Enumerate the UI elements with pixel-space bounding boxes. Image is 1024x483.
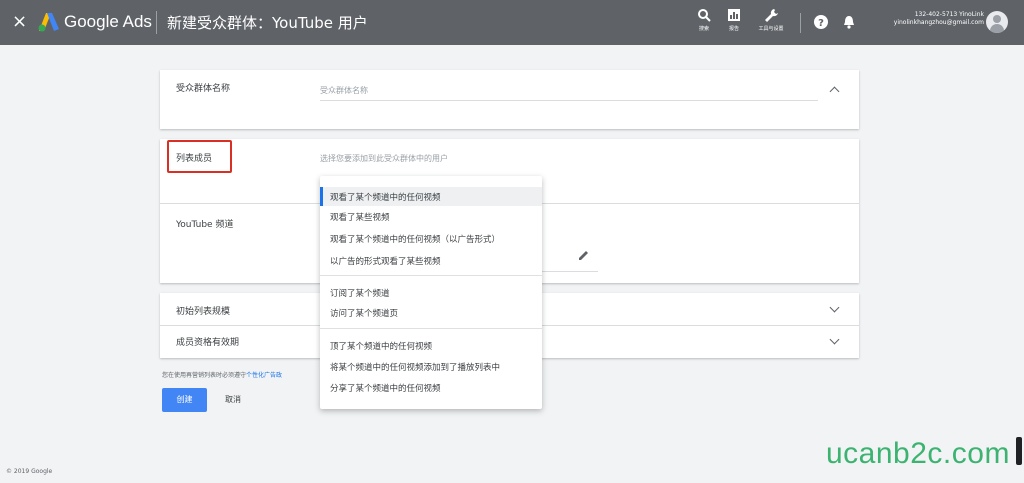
create-button[interactable]: 创建	[162, 388, 207, 412]
initial-size-label: 初始列表规模	[176, 307, 231, 317]
dropdown-item[interactable]: 分享了某个频道中的任何视频	[330, 382, 441, 394]
account-id: 132-402-5713 YinoLink	[914, 11, 984, 18]
search-tool-label: 搜索	[698, 26, 709, 32]
list-members-highlight	[167, 140, 232, 173]
reports-tool-button[interactable]: 报告	[727, 7, 741, 32]
close-icon[interactable]: ×	[12, 12, 27, 32]
svg-text:?: ?	[818, 18, 824, 29]
brand-name: Google Ads	[64, 12, 152, 31]
reports-icon	[728, 9, 740, 21]
policy-link[interactable]: 个性化广告政	[246, 372, 282, 379]
reports-tool-label: 报告	[728, 26, 739, 32]
audience-name-label: 受众群体名称	[176, 84, 231, 94]
scrollbar-thumb[interactable]	[1016, 437, 1022, 465]
chevron-down-icon	[829, 302, 840, 313]
notifications-bell-icon[interactable]	[843, 15, 855, 29]
account-info[interactable]: 132-402-5713 YinoLink yinolinkhangzhou@g…	[894, 11, 984, 27]
chevron-down-icon	[829, 334, 840, 345]
audience-name-underline	[320, 100, 818, 101]
copyright: © 2019 Google	[6, 468, 53, 475]
edit-pencil-icon[interactable]	[578, 249, 590, 261]
dropdown-item[interactable]: 顶了某个频道中的任何视频	[330, 340, 432, 352]
list-members-dropdown: 观看了某个频道中的任何视频 观看了某些视频 观看了某个频道中的任何视频（以广告形…	[320, 176, 542, 409]
divider	[156, 11, 157, 34]
policy-note-text: 您在使用再营销列表时必须遵守	[162, 372, 247, 379]
duration-label: 成员资格有效期	[176, 338, 240, 348]
chevron-up-icon[interactable]	[829, 86, 840, 97]
account-email: yinolinkhangzhou@gmail.com	[893, 19, 984, 26]
search-tool-button[interactable]: 搜索	[697, 7, 711, 32]
audience-name-card: 受众群体名称 受众群体名称	[160, 70, 859, 129]
dropdown-item[interactable]: 将某个频道中的任何视频添加到了播放列表中	[330, 361, 500, 373]
cancel-button[interactable]: 取消	[217, 388, 249, 412]
page-title: 新建受众群体：YouTube 用户	[167, 14, 368, 32]
help-icon[interactable]: ?	[814, 15, 828, 29]
policy-note: 您在使用再营销列表时必须遵守个性化广告政	[162, 370, 282, 379]
watermark: ucanb2c.com	[826, 437, 1010, 470]
dropdown-item[interactable]: 以广告的形式观看了某些视频	[330, 255, 441, 267]
tools-settings-label: 工具与设置	[758, 26, 784, 32]
google-ads-logo	[38, 13, 59, 32]
audience-name-input[interactable]: 受众群体名称	[320, 85, 368, 96]
dropdown-item[interactable]: 订阅了某个频道	[330, 287, 390, 299]
avatar-body	[990, 24, 1004, 33]
top-bar: × Google Ads 新建受众群体：YouTube 用户 搜索 报告 工具与…	[0, 0, 1024, 45]
youtube-channel-label: YouTube 频道	[176, 220, 234, 230]
dropdown-item[interactable]: 观看了某个频道中的任何视频（以广告形式）	[330, 233, 500, 245]
divider	[800, 13, 801, 33]
avatar[interactable]	[986, 11, 1008, 33]
search-icon	[698, 9, 711, 22]
channel-field-underline	[542, 271, 598, 272]
dropdown-separator	[320, 275, 542, 276]
avatar-head	[993, 15, 1001, 23]
dropdown-item[interactable]: 观看了某些视频	[330, 211, 390, 223]
dropdown-item[interactable]: 观看了某个频道中的任何视频	[330, 191, 441, 203]
list-members-select[interactable]: 选择您要添加到此受众群体中的用户	[320, 153, 448, 164]
wrench-icon	[765, 9, 778, 22]
dropdown-separator	[320, 328, 542, 329]
tools-settings-button[interactable]: 工具与设置	[758, 7, 786, 32]
dropdown-item[interactable]: 访问了某个频道页	[330, 307, 398, 319]
